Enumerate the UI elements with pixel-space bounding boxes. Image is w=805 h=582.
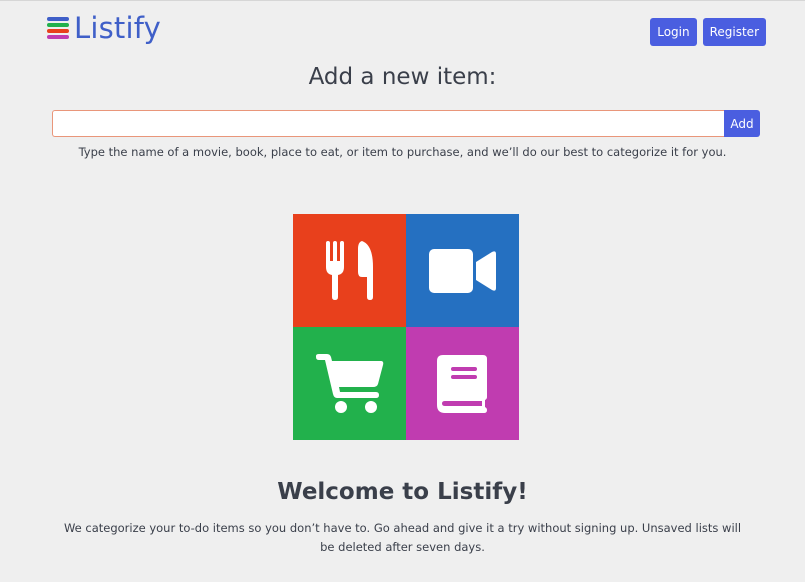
welcome-text: We categorize your to-do items so you do…	[63, 521, 742, 554]
item-name-input[interactable]	[52, 110, 724, 137]
fork-knife-icon	[325, 240, 373, 300]
add-button[interactable]: Add	[724, 110, 760, 137]
category-grid	[293, 214, 519, 440]
movie-tile	[406, 214, 519, 327]
brand-link[interactable]: Listify	[47, 11, 161, 45]
purchase-tile	[293, 327, 406, 440]
book-tile	[406, 327, 519, 440]
stacked-lines-icon	[47, 17, 69, 39]
auth-buttons: Login Register	[650, 18, 766, 46]
brand-name: Listify	[74, 11, 162, 45]
book-icon	[436, 354, 487, 413]
food-tile	[293, 214, 406, 327]
brand-stripe	[47, 29, 69, 33]
brand-stripe	[47, 35, 69, 39]
login-button[interactable]: Login	[650, 18, 697, 46]
shopping-cart-icon	[315, 353, 383, 413]
welcome-title: Welcome to Listify!	[277, 479, 528, 505]
add-item-heading: Add a new item:	[308, 64, 497, 90]
add-item-hint: Type the name of a movie, book, place to…	[78, 145, 727, 159]
navbar: Listify Login Register	[0, 1, 805, 59]
video-camera-icon	[428, 248, 496, 293]
add-item-form: Add	[52, 110, 760, 137]
brand-stripe	[47, 17, 69, 21]
register-button[interactable]: Register	[702, 18, 766, 46]
brand-stripe	[47, 23, 69, 27]
